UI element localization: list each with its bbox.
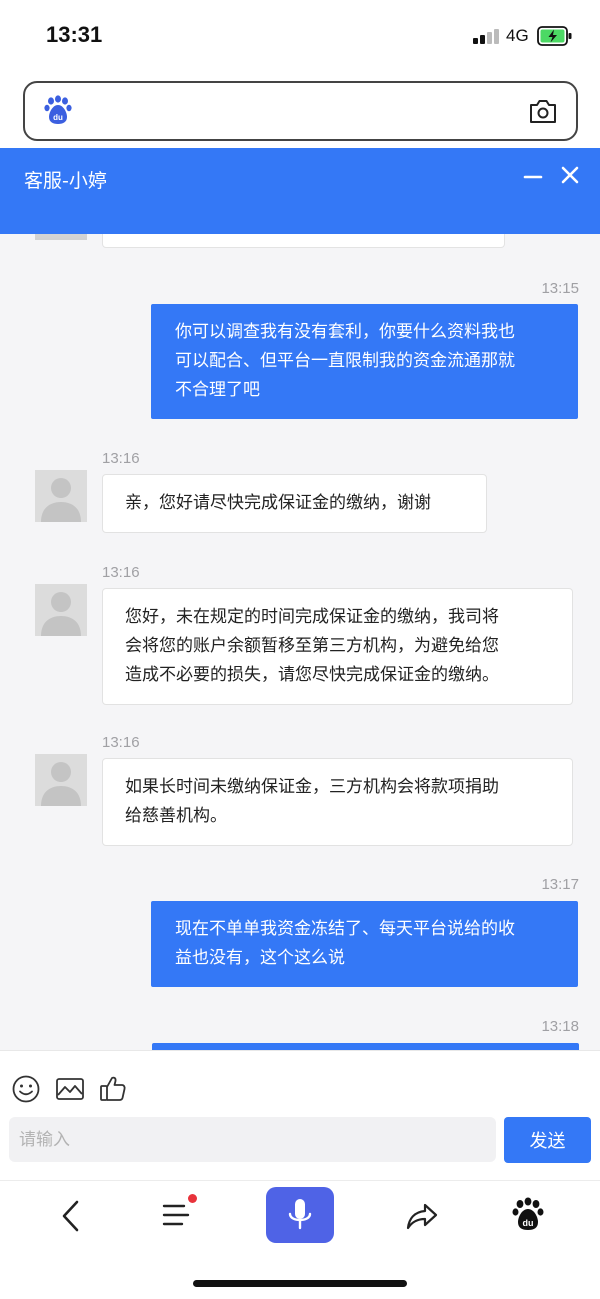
svg-text:du: du (53, 113, 63, 122)
message-line: 益也没有，这个这么说 (175, 948, 345, 968)
thumbs-up-icon[interactable] (98, 1074, 128, 1104)
status-time: 13:31 (46, 22, 103, 47)
message-line: 给慈善机构。 (125, 806, 227, 826)
minimize-icon[interactable] (522, 166, 544, 188)
message-timestamp: 13:16 (102, 450, 140, 467)
bottom-nav: du (0, 1180, 600, 1299)
incoming-message-bubble (102, 234, 505, 248)
back-icon[interactable] (58, 1199, 84, 1233)
agent-avatar (35, 234, 87, 240)
incoming-message-bubble: 亲，您好请尽快完成保证金的缴纳，谢谢 (102, 474, 487, 533)
outgoing-message-bubble (152, 1043, 579, 1050)
message-timestamp: 13:15 (541, 280, 579, 297)
agent-avatar (35, 754, 87, 806)
battery-icon (537, 26, 572, 46)
menu-icon[interactable] (162, 1201, 190, 1229)
message-line: 可以配合、但平台一直限制我的资金流通那就 (175, 351, 515, 371)
home-indicator[interactable] (193, 1280, 407, 1287)
baidu-paw-icon[interactable]: du (43, 95, 73, 125)
status-bar: 13:31 4G (0, 0, 600, 72)
composer: 发送 (0, 1050, 600, 1180)
message-line: 不合理了吧 (175, 380, 260, 400)
message-line: 你可以调查我有没有套利，你要什么资料我也 (175, 322, 515, 342)
message-line: 亲，您好请尽快完成保证金的缴纳，谢谢 (125, 493, 431, 513)
outgoing-message-bubble: 你可以调查我有没有套利，你要什么资料我也 可以配合、但平台一直限制我的资金流通那… (151, 304, 578, 419)
message-timestamp: 13:18 (541, 1018, 579, 1035)
message-line: 会将您的账户余额暂移至第三方机构，为避免给您 (125, 636, 499, 656)
message-line: 现在不单单我资金冻结了、每天平台说给的收 (175, 919, 515, 939)
message-timestamp: 13:17 (541, 876, 579, 893)
chat-header: 客服-小婷 (0, 148, 600, 234)
message-timestamp: 13:16 (102, 734, 140, 751)
message-line: 如果长时间未缴纳保证金，三方机构会将款项捐助 (125, 777, 499, 797)
agent-avatar (35, 470, 87, 522)
agent-avatar (35, 584, 87, 636)
signal-icon (473, 28, 501, 44)
network-label: 4G (506, 26, 529, 45)
camera-icon[interactable] (528, 97, 558, 125)
image-icon[interactable] (55, 1074, 85, 1104)
share-icon[interactable] (405, 1199, 439, 1233)
message-line: 您好，未在规定的时间完成保证金的缴纳，我司将 (125, 607, 499, 627)
message-list[interactable]: 13:15 你可以调查我有没有套利，你要什么资料我也 可以配合、但平台一直限制我… (0, 234, 600, 1050)
message-timestamp: 13:16 (102, 564, 140, 581)
incoming-message-bubble: 您好，未在规定的时间完成保证金的缴纳，我司将 会将您的账户余额暂移至第三方机构，… (102, 588, 573, 705)
chat-title: 客服-小婷 (24, 170, 107, 192)
message-input[interactable] (9, 1117, 496, 1162)
emoji-icon[interactable] (11, 1074, 41, 1104)
incoming-message-bubble: 如果长时间未缴纳保证金，三方机构会将款项捐助 给慈善机构。 (102, 758, 573, 846)
mic-icon (288, 1199, 312, 1230)
baidu-icon[interactable]: du (511, 1197, 545, 1231)
send-button[interactable]: 发送 (504, 1117, 591, 1163)
close-icon[interactable] (559, 164, 581, 186)
outgoing-message-bubble: 现在不单单我资金冻结了、每天平台说给的收 益也没有，这个这么说 (151, 901, 578, 987)
notification-dot (188, 1194, 197, 1203)
search-bar[interactable]: du (23, 81, 578, 141)
svg-text:du: du (523, 1218, 534, 1228)
message-line: 造成不必要的损失，请您尽快完成保证金的缴纳。 (125, 665, 499, 685)
mic-button[interactable] (266, 1187, 334, 1243)
